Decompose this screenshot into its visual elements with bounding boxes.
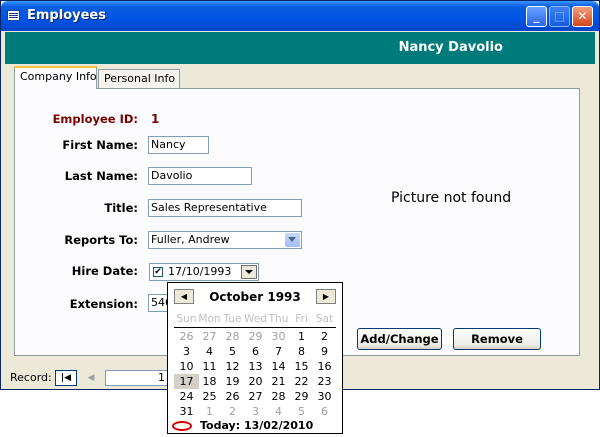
- employee-id-value: 1: [151, 112, 160, 126]
- extension-label: Extension:: [69, 297, 138, 311]
- calendar-day[interactable]: 28: [266, 389, 291, 404]
- minimize-button[interactable]: _: [526, 6, 547, 27]
- calendar-dropdown: ◀ October 1993 ▶ Sun Mon Tue Wed Thu Fri…: [167, 282, 343, 434]
- last-name-field[interactable]: Davolio: [148, 167, 252, 185]
- calendar-day[interactable]: 3: [174, 344, 199, 359]
- calendar-day[interactable]: 8: [289, 344, 314, 359]
- next-month-button[interactable]: ▶: [316, 289, 336, 304]
- calendar-day[interactable]: 10: [174, 359, 199, 374]
- calendar-day[interactable]: 29: [289, 389, 314, 404]
- hire-date-value: 17/10/1993: [168, 265, 232, 278]
- calendar-day[interactable]: 27: [243, 389, 268, 404]
- calendar-day[interactable]: 4: [197, 344, 222, 359]
- calendar-day[interactable]: 19: [220, 374, 245, 389]
- today-label: Today: 13/02/2010: [200, 419, 314, 432]
- title-field[interactable]: Sales Representative: [148, 199, 302, 217]
- days-of-week-header: Sun Mon Tue Wed Thu Fri Sat: [174, 313, 336, 328]
- calendar-day[interactable]: 26: [220, 389, 245, 404]
- hire-date-checkbox[interactable]: ✔: [153, 267, 163, 277]
- reports-to-combo[interactable]: Fuller, Andrew: [148, 231, 302, 249]
- calendar-day[interactable]: 1: [197, 404, 222, 419]
- calendar-day[interactable]: 5: [220, 344, 245, 359]
- record-label: Record:: [10, 371, 52, 384]
- employee-id-label: Employee ID:: [52, 112, 138, 126]
- calendar-day[interactable]: 12: [220, 359, 245, 374]
- first-record-button[interactable]: |◀: [55, 370, 77, 386]
- calendar-day[interactable]: 28: [220, 329, 245, 344]
- first-name-field[interactable]: Nancy: [148, 136, 209, 154]
- calendar-day[interactable]: 29: [243, 329, 268, 344]
- dow-label: Thu: [268, 313, 289, 325]
- calendar-day[interactable]: 2: [312, 329, 337, 344]
- calendar-day[interactable]: 3: [243, 404, 268, 419]
- calendar-day[interactable]: 20: [243, 374, 268, 389]
- tab-personal-info[interactable]: Personal Info: [98, 69, 180, 89]
- calendar-day[interactable]: 31: [174, 404, 199, 419]
- calendar-day[interactable]: 6: [243, 344, 268, 359]
- form-icon[interactable]: [7, 10, 20, 21]
- dow-label: Wed: [244, 313, 267, 325]
- dow-label: Fri: [295, 313, 308, 325]
- reports-to-value: Fuller, Andrew: [151, 233, 230, 246]
- last-name-label: Last Name:: [64, 169, 138, 183]
- calendar-day[interactable]: 30: [266, 329, 291, 344]
- dow-label: Sat: [315, 313, 334, 325]
- remove-button[interactable]: Remove: [453, 328, 541, 350]
- calendar-day[interactable]: 14: [266, 359, 291, 374]
- calendar-day[interactable]: 15: [289, 359, 314, 374]
- picture-placeholder: Picture not found: [391, 190, 512, 206]
- calendar-day[interactable]: 27: [197, 329, 222, 344]
- calendar-day[interactable]: 17: [174, 374, 199, 389]
- hire-date-label: Hire Date:: [71, 264, 138, 278]
- calendar-day[interactable]: 23: [312, 374, 337, 389]
- calendar-day[interactable]: 9: [312, 344, 337, 359]
- calendar-day[interactable]: 6: [312, 404, 337, 419]
- first-name-label: First Name:: [62, 138, 138, 152]
- dow-label: Sun: [176, 313, 197, 325]
- add-change-button[interactable]: Add/Change: [357, 328, 442, 350]
- record-number-field[interactable]: 1: [105, 370, 169, 386]
- maximize-button[interactable]: □: [549, 6, 570, 27]
- calendar-day[interactable]: 25: [197, 389, 222, 404]
- today-circle-icon: [172, 421, 192, 431]
- calendar-day[interactable]: 26: [174, 329, 199, 344]
- title-label: Title:: [104, 201, 138, 215]
- calendar-day[interactable]: 21: [266, 374, 291, 389]
- hire-date-picker[interactable]: ✔ 17/10/1993: [149, 263, 259, 281]
- dow-label: Tue: [223, 313, 242, 325]
- calendar-day[interactable]: 18: [197, 374, 222, 389]
- calendar-day[interactable]: 22: [289, 374, 314, 389]
- dow-label: Mon: [198, 313, 221, 325]
- previous-record-button[interactable]: ◀: [81, 370, 101, 386]
- calendar-day[interactable]: 1: [289, 329, 314, 344]
- calendar-day[interactable]: 5: [289, 404, 314, 419]
- tab-company-info[interactable]: Company Info: [14, 66, 97, 89]
- calendar-day[interactable]: 13: [243, 359, 268, 374]
- employee-name-heading: Nancy Davolio: [398, 40, 503, 55]
- calendar-day[interactable]: 2: [220, 404, 245, 419]
- calendar-day[interactable]: 30: [312, 389, 337, 404]
- calendar-day[interactable]: 16: [312, 359, 337, 374]
- calendar-dropdown-button[interactable]: [241, 265, 257, 279]
- calendar-day[interactable]: 11: [197, 359, 222, 374]
- calendar-day[interactable]: 4: [266, 404, 291, 419]
- calendar-day[interactable]: 7: [266, 344, 291, 359]
- reports-to-label: Reports To:: [64, 233, 138, 247]
- chevron-down-icon[interactable]: [285, 233, 300, 247]
- window-title: Employees: [27, 8, 106, 23]
- calendar-day[interactable]: 24: [174, 389, 199, 404]
- title-bar[interactable]: Employees _ □ ✕: [1, 1, 599, 31]
- header-band: Nancy Davolio: [5, 32, 595, 64]
- close-button[interactable]: ✕: [572, 6, 593, 27]
